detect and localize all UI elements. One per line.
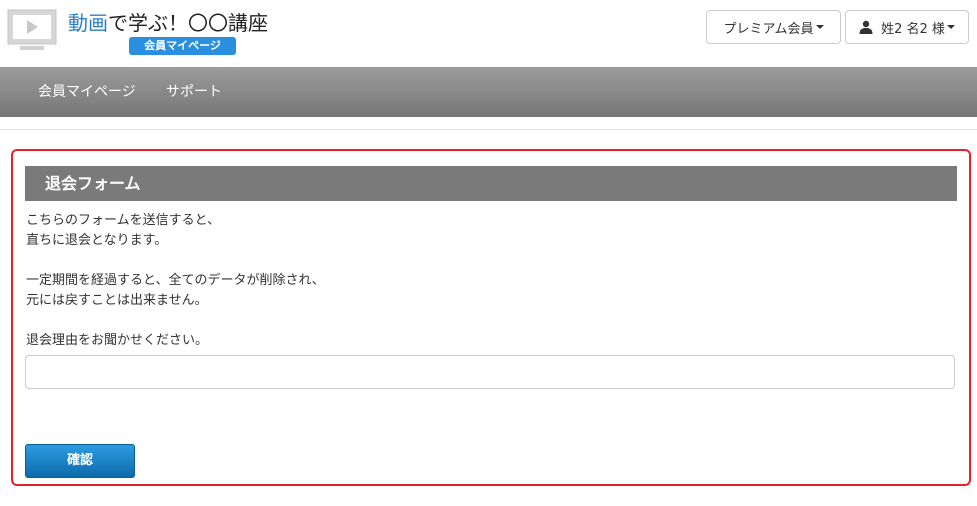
site-title[interactable]: 動画で学ぶ！〇〇講座 <box>68 9 268 37</box>
main-nav: 会員マイページ サポート <box>0 67 977 117</box>
notice-line: こちらのフォームを送信すると、 <box>26 213 221 228</box>
reason-label: 退会理由をお聞かせください。 <box>26 333 209 348</box>
site-header: 動画で学ぶ！〇〇講座 会員マイページ プレミアム会員 姓2 名2 様 <box>0 0 977 67</box>
notice-paragraph-1: こちらのフォームを送信すると、 直ちに退会となります。 <box>26 211 220 251</box>
user-icon <box>859 20 873 34</box>
premium-member-dropdown[interactable]: プレミアム会員 <box>706 10 841 44</box>
notice-paragraph-2: 一定期間を経過すると、全てのデータが削除され、 元には戻すことは出来ません。 <box>26 271 325 311</box>
form-heading: 退会フォーム <box>25 166 957 201</box>
chevron-down-icon <box>946 25 955 29</box>
premium-member-label: プレミアム会員 <box>723 21 814 37</box>
user-name-label: 姓2 名2 様 <box>881 21 945 37</box>
confirm-button[interactable]: 確認 <box>25 444 135 478</box>
mypage-badge: 会員マイページ <box>129 37 236 55</box>
reason-input[interactable] <box>25 355 955 389</box>
nav-item-support[interactable]: サポート <box>166 67 222 117</box>
chevron-down-icon <box>815 25 824 29</box>
site-title-rest: で学ぶ！〇〇講座 <box>108 11 268 35</box>
notice-line: 直ちに退会となります。 <box>26 233 168 248</box>
notice-line: 元には戻すことは出来ません。 <box>26 293 208 308</box>
nav-item-mypage[interactable]: 会員マイページ <box>38 67 136 117</box>
video-play-icon <box>7 9 57 50</box>
content-divider <box>0 129 977 130</box>
site-title-accent: 動画 <box>68 11 108 35</box>
withdrawal-form-panel: 退会フォーム こちらのフォームを送信すると、 直ちに退会となります。 一定期間を… <box>11 149 971 486</box>
notice-line: 一定期間を経過すると、全てのデータが削除され、 <box>26 273 325 288</box>
user-menu-dropdown[interactable]: 姓2 名2 様 <box>845 10 969 44</box>
